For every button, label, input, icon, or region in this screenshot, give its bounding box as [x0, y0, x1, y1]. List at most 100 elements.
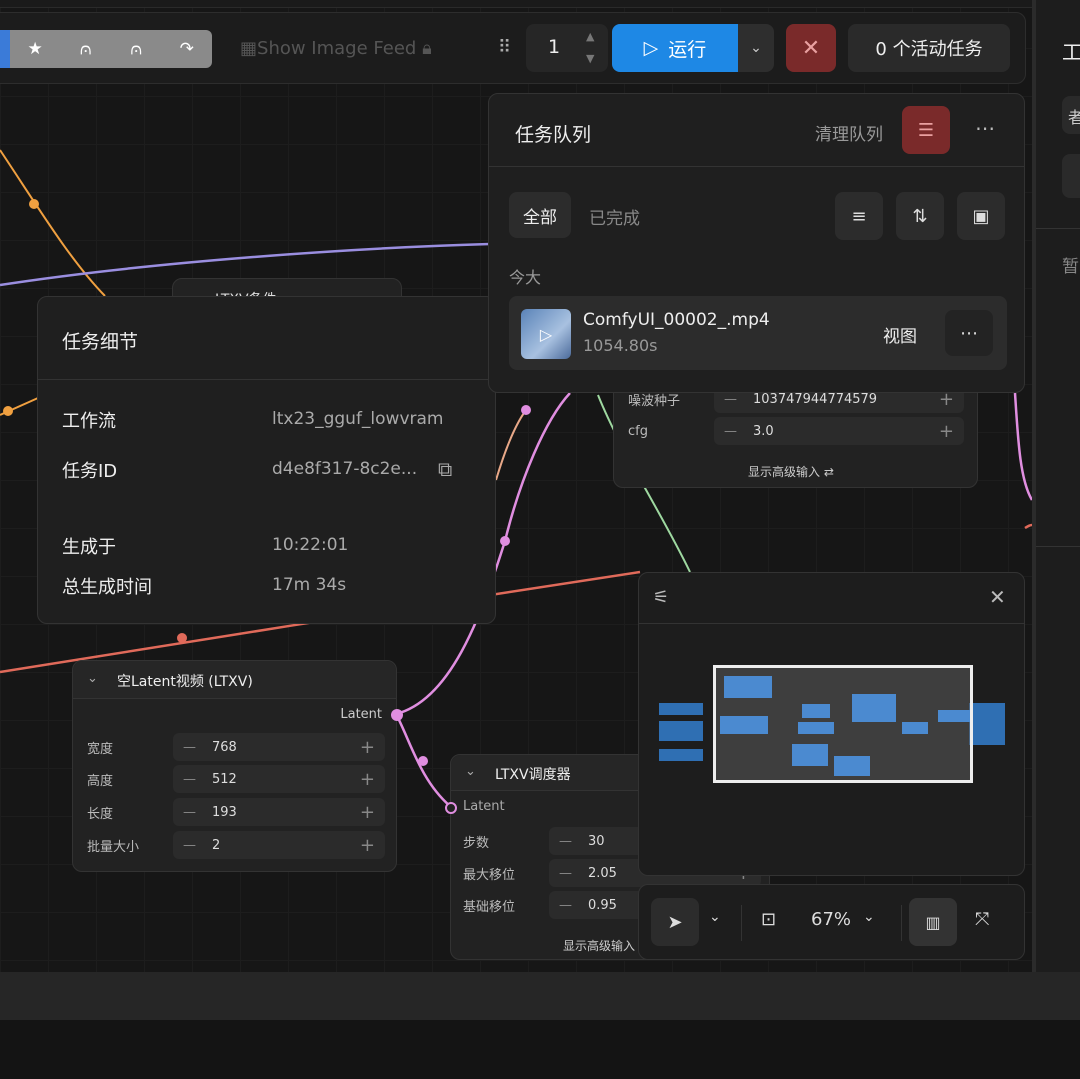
- param-value: 0.95: [588, 897, 617, 913]
- length-input[interactable]: —193 +: [173, 798, 385, 826]
- param-label: 高度: [87, 773, 114, 789]
- cancel-run-button[interactable]: ✕: [786, 24, 836, 72]
- item-more-icon[interactable]: ⋯: [945, 310, 993, 356]
- more-options-icon[interactable]: ⋯: [975, 116, 995, 140]
- param-label: 批量大小: [87, 839, 140, 855]
- run-options-chevron-icon[interactable]: ⌄: [738, 24, 774, 72]
- wire-reroute-dot: [3, 406, 13, 416]
- wire-reroute-dot: [177, 633, 187, 643]
- cfg-input[interactable]: —3.0 +: [714, 417, 964, 445]
- right-panel-text: 暂: [1062, 257, 1079, 277]
- tab-all[interactable]: 全部: [509, 192, 571, 238]
- show-image-feed-button[interactable]: ▦Show Image Feed 🔒︎: [240, 38, 432, 59]
- gallery-icon[interactable]: ▣: [957, 192, 1005, 240]
- divider: [1036, 546, 1080, 547]
- batch-size-input[interactable]: —2 +: [173, 831, 385, 859]
- play-icon: ▷: [539, 324, 553, 344]
- wire-reroute-dot: [521, 405, 531, 415]
- show-advanced-link[interactable]: 显示高级输入 ⇄: [748, 463, 834, 480]
- bridge-icon[interactable]: ⩀: [60, 39, 111, 59]
- decrement-icon[interactable]: ▼: [586, 52, 594, 65]
- active-tool-indicator: [0, 30, 10, 68]
- total-time-value: 17m 34s: [272, 575, 347, 595]
- param-batch-size: 批量大小 —2 +: [87, 831, 385, 859]
- queue-title: 任务队列: [515, 124, 592, 146]
- close-icon[interactable]: ✕: [989, 585, 1006, 609]
- star-icon[interactable]: ★: [10, 39, 61, 59]
- right-side-panel: [1032, 0, 1080, 972]
- tab-completed[interactable]: 已完成: [589, 204, 640, 229]
- sort-icon[interactable]: ⇅: [896, 192, 944, 240]
- param-label: 长度: [87, 806, 114, 822]
- bridge-icon[interactable]: ⩀: [111, 39, 162, 59]
- minimap-node: [659, 749, 703, 761]
- minimap-node: [802, 704, 830, 718]
- canvas-controls: ➤ ⌄ ⊡ 67% ⌄ ▥ ⤧: [638, 884, 1025, 960]
- divider: [741, 905, 742, 941]
- width-input[interactable]: —768 +: [173, 733, 385, 761]
- workflow-label: 工作流: [62, 411, 116, 432]
- param-value: 2: [212, 837, 221, 853]
- input-latent-socket[interactable]: [445, 802, 457, 814]
- wire-red-2: [1024, 523, 1032, 530]
- param-value: 2.05: [588, 865, 617, 881]
- show-advanced-link[interactable]: 显示高级输入: [563, 937, 635, 954]
- minimap-node: [852, 694, 896, 722]
- param-label: cfg: [628, 423, 648, 439]
- map-icon[interactable]: ▥: [909, 898, 957, 946]
- minimap-node: [969, 703, 1005, 745]
- divider: [639, 623, 1024, 624]
- minimap-node: [902, 722, 928, 734]
- right-panel-input[interactable]: [1062, 154, 1080, 198]
- copy-icon[interactable]: ⧉: [438, 457, 452, 481]
- run-button[interactable]: ▷ 运行: [612, 24, 738, 72]
- play-icon: ▷: [643, 37, 659, 59]
- clear-queue-button[interactable]: ☰: [902, 106, 950, 154]
- collapse-chevron-icon[interactable]: ⌄: [87, 671, 98, 686]
- filter-icon[interactable]: ≡: [835, 192, 883, 240]
- collapse-chevron-icon[interactable]: ⌄: [465, 764, 476, 779]
- active-tasks-button[interactable]: 0 个活动任务: [848, 24, 1010, 72]
- param-value: 193: [212, 804, 237, 820]
- node-title: LTXV调度器: [495, 767, 571, 783]
- height-input[interactable]: —512 +: [173, 765, 385, 793]
- input-latent-label: Latent: [463, 799, 505, 814]
- task-id-label: 任务ID: [62, 461, 118, 482]
- param-length: 长度 —193 +: [87, 798, 385, 826]
- fit-view-icon[interactable]: ⊡: [761, 909, 776, 930]
- increment-icon[interactable]: ▲: [586, 30, 594, 43]
- drag-handle-icon[interactable]: ⠿: [498, 37, 511, 58]
- view-button[interactable]: 视图: [883, 322, 917, 347]
- param-label: 宽度: [87, 741, 114, 757]
- total-time-label: 总生成时间: [62, 577, 152, 598]
- minimap-node: [798, 722, 834, 734]
- batch-count-value[interactable]: 1: [548, 36, 560, 58]
- minimap-node: [659, 721, 703, 741]
- minimap-viewport[interactable]: [713, 665, 973, 783]
- clear-queue-label[interactable]: 清理队列: [815, 120, 883, 145]
- task-queue-panel: 任务队列 清理队列 ☰ ⋯ 全部 已完成 ≡ ⇅ ▣ 今大 ▷ ComfyUI_…: [488, 93, 1025, 393]
- select-pointer-icon[interactable]: ➤: [651, 898, 699, 946]
- output-latent-socket[interactable]: [391, 709, 403, 721]
- settings-sliders-icon[interactable]: ⚟: [653, 587, 669, 608]
- zoom-chevron-icon[interactable]: ⌄: [863, 909, 875, 925]
- right-panel-chip[interactable]: 者: [1062, 96, 1080, 134]
- node-empty-latent-video[interactable]: ⌄ 空Latent视频 (LTXV) Latent 宽度 —768 + 高度 —5…: [72, 660, 403, 872]
- wire-reroute-dot: [29, 199, 39, 209]
- param-label: 步数: [463, 835, 490, 851]
- param-value: 512: [212, 771, 237, 787]
- bottom-area: [0, 1020, 1080, 1079]
- video-thumbnail[interactable]: ▷: [521, 309, 571, 359]
- batch-count-stepper[interactable]: 1 ▲ ▼: [526, 24, 608, 72]
- redo-icon[interactable]: ↷: [161, 39, 212, 59]
- node-header[interactable]: ⌄ 空Latent视频 (LTXV): [73, 661, 396, 699]
- workflow-value: ltx23_gguf_lowvram: [272, 409, 444, 429]
- queue-item[interactable]: ▷ ComfyUI_00002_.mp4 1054.80s 视图 ⋯: [509, 296, 1007, 370]
- zoom-level[interactable]: 67%: [811, 909, 851, 930]
- output-duration: 1054.80s: [583, 336, 658, 355]
- task-detail-popup: 任务细节 工作流 ltx23_gguf_lowvram 任务ID d4e8f31…: [37, 296, 496, 624]
- task-id-value: d4e8f317-8c2e...: [272, 459, 418, 479]
- link-toggle-icon[interactable]: ⤧: [975, 909, 989, 930]
- tool-chevron-icon[interactable]: ⌄: [709, 909, 721, 925]
- top-strip: [0, 0, 1032, 8]
